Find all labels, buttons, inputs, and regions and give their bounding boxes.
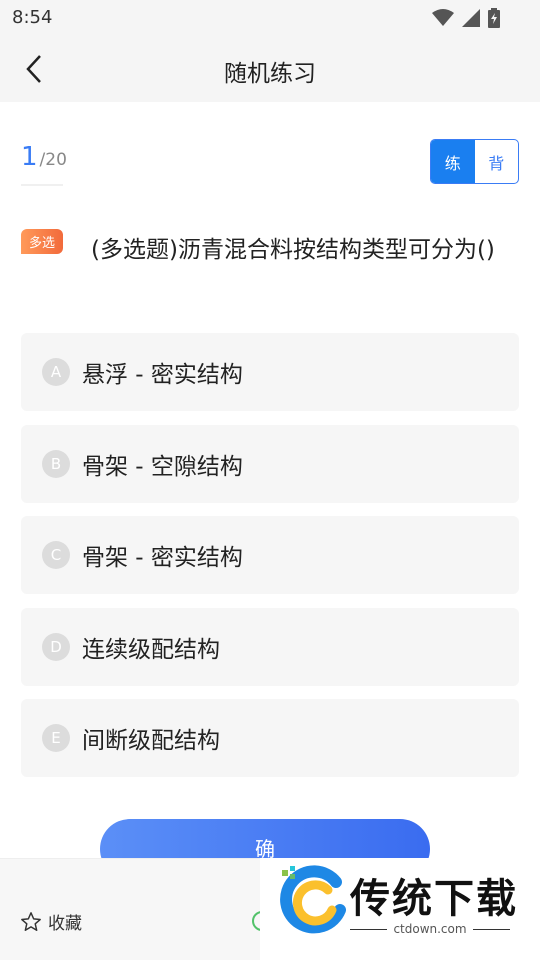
- progress-total: /20: [39, 150, 67, 170]
- option-letter: A: [42, 358, 70, 386]
- mode-toggle: 练 背: [430, 139, 519, 184]
- option-letter: E: [42, 724, 70, 752]
- signal-icon: [462, 9, 480, 27]
- memorize-mode-button[interactable]: 背: [475, 140, 519, 183]
- question-type-badge: 多选: [21, 229, 63, 254]
- favorite-button[interactable]: 收藏: [20, 909, 82, 934]
- status-icons: [432, 8, 500, 28]
- progress-current: 1: [21, 142, 38, 172]
- option-d[interactable]: D 连续级配结构: [21, 608, 519, 686]
- option-text: 间断级配结构: [82, 728, 220, 754]
- wifi-icon: [432, 9, 454, 26]
- option-text: 骨架 - 空隙结构: [82, 454, 243, 480]
- watermark-url-text: ctdown.com: [393, 922, 467, 936]
- question-progress: 1 /20: [21, 142, 67, 172]
- option-a[interactable]: A 悬浮 - 密实结构: [21, 333, 519, 411]
- option-e[interactable]: E 间断级配结构: [21, 699, 519, 777]
- status-bar: 8:54: [0, 0, 540, 36]
- option-c[interactable]: C 骨架 - 密实结构: [21, 516, 519, 594]
- practice-mode-button[interactable]: 练: [431, 140, 475, 183]
- option-letter: B: [42, 450, 70, 478]
- nav-bar: 随机练习: [0, 36, 540, 102]
- page-title: 随机练习: [224, 61, 316, 87]
- option-b[interactable]: B 骨架 - 空隙结构: [21, 425, 519, 503]
- status-time: 8:54: [12, 7, 53, 28]
- option-letter: C: [42, 541, 70, 569]
- star-icon: [21, 911, 41, 931]
- option-letter: D: [42, 633, 70, 661]
- progress-underline: [21, 184, 63, 186]
- watermark-logo-icon: [280, 865, 346, 934]
- watermark: 传统下载 ctdown.com: [260, 858, 540, 960]
- option-text: 骨架 - 密实结构: [82, 545, 243, 571]
- favorite-label: 收藏: [48, 914, 82, 934]
- option-text: 悬浮 - 密实结构: [82, 362, 243, 388]
- watermark-title: 传统下载: [350, 876, 518, 922]
- question-text: (多选题)沥青混合料按结构类型可分为(): [91, 237, 495, 263]
- battery-icon: [488, 8, 500, 28]
- watermark-url: ctdown.com: [350, 922, 510, 936]
- option-text: 连续级配结构: [82, 637, 220, 663]
